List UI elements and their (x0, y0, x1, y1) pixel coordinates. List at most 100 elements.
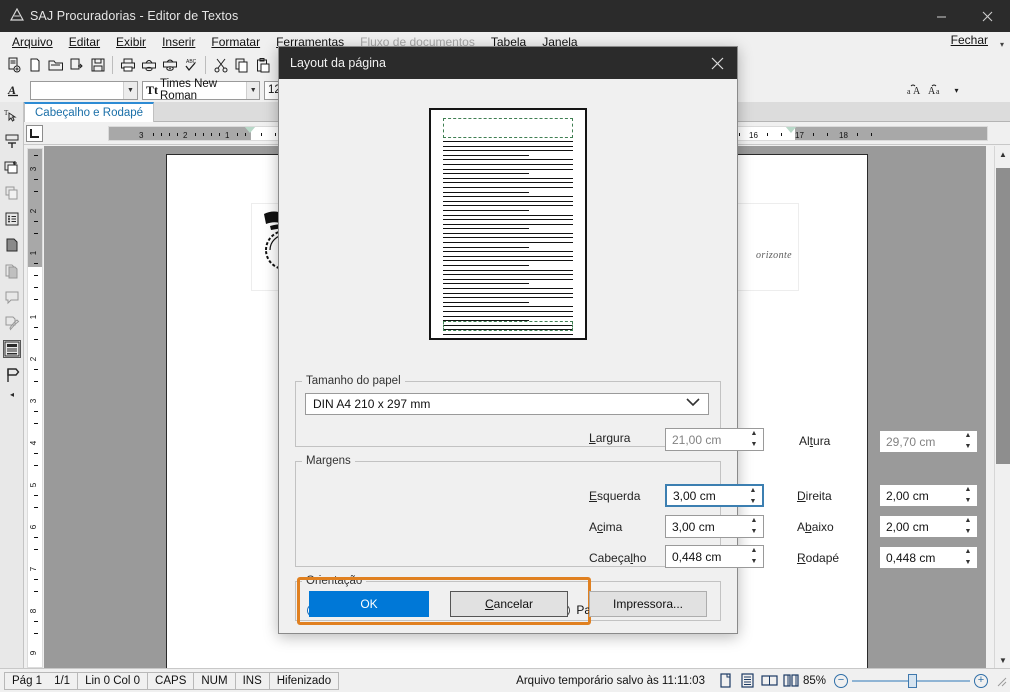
margin-top-input[interactable]: 3,00 cm ▲ ▼ (665, 515, 764, 538)
chevron-down-icon[interactable]: ▾ (946, 80, 967, 101)
margin-bottom-stepper[interactable]: ▲ ▼ (962, 517, 974, 535)
zoom-out-button[interactable]: − (834, 673, 848, 688)
margin-footer-value: 0,448 cm (886, 550, 936, 565)
cancel-button[interactable]: Cancelar (450, 591, 568, 617)
printer-button[interactable]: Impressora... (589, 591, 707, 617)
menu-inserir[interactable]: Inserir (154, 33, 203, 51)
margin-bottom-input[interactable]: 2,00 cm ▲ ▼ (879, 515, 978, 538)
menu-overflow-chevron-down-icon[interactable]: ▾ (1000, 40, 1004, 49)
tab-cabecalho-rodape[interactable]: Cabeçalho e Rodapé (24, 102, 155, 122)
page-icon[interactable] (0, 232, 24, 258)
resize-grip-icon[interactable] (994, 674, 1008, 688)
status-ins[interactable]: INS (234, 671, 270, 690)
indent-marker-top[interactable] (244, 127, 256, 133)
text-select-icon[interactable]: T (0, 102, 24, 128)
lowercase-icon[interactable]: Aa (925, 80, 946, 101)
margin-left-value: 3,00 cm (673, 488, 716, 503)
indent-marker-right[interactable] (785, 127, 797, 133)
svg-text:A: A (928, 86, 936, 97)
insert-header-icon[interactable] (0, 128, 24, 154)
page-layout-dialog[interactable]: Layout da página Tamanho do papel DIN A4… (278, 46, 978, 634)
page-preview (429, 108, 587, 340)
menu-formatar[interactable]: Formatar (203, 33, 268, 51)
paper-width-stepper[interactable]: ▲ ▼ (748, 430, 760, 448)
vertical-ruler[interactable]: 3 2 1 1 2 3 4 5 6 7 8 9 (27, 148, 43, 668)
open-with-arrow-icon[interactable] (66, 55, 87, 76)
scrollbar-thumb[interactable] (996, 168, 1010, 464)
single-page-view-icon[interactable] (715, 672, 737, 690)
preview-header-region (443, 118, 573, 138)
scroll-down-icon[interactable]: ▼ (995, 652, 1010, 668)
ok-button[interactable]: OK (309, 591, 429, 617)
margin-top-value: 3,00 cm (672, 519, 715, 534)
chevron-down-icon[interactable] (686, 398, 700, 410)
margin-top-stepper[interactable]: ▲ ▼ (748, 517, 760, 535)
margin-right-value: 2,00 cm (886, 488, 929, 503)
margin-footer-input[interactable]: 0,448 cm ▲ ▼ (879, 546, 978, 569)
margin-footer-label: Rodapé (797, 551, 840, 565)
print-icon[interactable] (117, 55, 138, 76)
tab-stop-icon[interactable] (26, 125, 43, 142)
print-options-icon[interactable] (159, 55, 180, 76)
margin-left-stepper[interactable]: ▲ ▼ (747, 487, 759, 505)
status-num[interactable]: NUM (193, 671, 236, 690)
margin-footer-stepper[interactable]: ▲ ▼ (962, 548, 974, 566)
menu-exibir[interactable]: Exibir (108, 33, 154, 51)
bookmark-icon[interactable] (0, 362, 24, 388)
zoom-slider-thumb[interactable] (908, 673, 917, 688)
paper-size-select[interactable]: DIN A4 210 x 297 mm (305, 393, 709, 415)
preview-text-line (443, 141, 573, 142)
book-view-icon[interactable] (781, 672, 803, 690)
margin-header-stepper[interactable]: ▲ ▼ (748, 547, 760, 565)
sidebar-collapse-icon[interactable]: ◂ (0, 388, 24, 400)
paragraph-style-combo[interactable]: ▼ (30, 80, 138, 100)
menu-editar[interactable]: Editar (61, 33, 108, 51)
blank-page-icon[interactable] (24, 55, 45, 76)
scrollbar-track[interactable] (995, 162, 1010, 652)
font-color-icon[interactable]: A (3, 80, 24, 101)
paper-height-input[interactable]: 29,70 cm ▲ ▼ (879, 430, 978, 453)
margin-header-input[interactable]: 0,448 cm ▲ ▼ (665, 545, 764, 568)
dialog-close-icon[interactable] (697, 47, 737, 79)
menu-formatar-label: Formatar (211, 35, 261, 49)
cut-icon[interactable] (210, 55, 231, 76)
close-button[interactable] (964, 0, 1010, 32)
font-family-combo[interactable]: Tt Times New Roman ▼ (142, 78, 260, 102)
copy-icon[interactable] (231, 55, 252, 76)
status-page-count: 1/1 (54, 674, 71, 687)
paper-width-input[interactable]: 21,00 cm ▲ ▼ (665, 428, 764, 451)
close-document-link[interactable]: Fechar (951, 33, 988, 47)
facing-pages-icon[interactable] (759, 672, 781, 690)
chevron-down-icon[interactable]: ▼ (246, 81, 259, 99)
preview-text-line (443, 168, 573, 170)
list-properties-icon[interactable] (0, 206, 24, 232)
margin-right-stepper[interactable]: ▲ ▼ (962, 486, 974, 504)
svg-text:ABC: ABC (186, 59, 197, 65)
margin-left-input[interactable]: 3,00 cm ▲ ▼ (665, 484, 764, 507)
preview-text-line (443, 283, 529, 285)
zoom-in-button[interactable]: + (974, 673, 988, 688)
uppercase-icon[interactable]: aA (904, 80, 925, 101)
status-hyphenation[interactable]: Hifenizado (268, 671, 340, 690)
open-folder-icon[interactable] (45, 55, 66, 76)
chevron-down-icon[interactable]: ▼ (123, 81, 137, 99)
page-preview-area (279, 79, 737, 369)
scroll-up-icon[interactable]: ▲ (995, 146, 1010, 162)
vertical-scrollbar[interactable]: ▲ ▼ (994, 146, 1010, 668)
paste-icon[interactable] (252, 55, 273, 76)
margin-left-label: Esquerda (589, 489, 641, 503)
insert-field-icon[interactable] (0, 154, 24, 180)
continuous-view-icon[interactable] (737, 672, 759, 690)
print-preview-icon[interactable] (138, 55, 159, 76)
minimize-button[interactable] (918, 0, 964, 32)
zoom-control[interactable]: 85% − + (803, 673, 994, 688)
new-document-icon[interactable] (3, 55, 24, 76)
status-caps[interactable]: CAPS (147, 671, 195, 690)
save-icon[interactable] (87, 55, 108, 76)
spellcheck-icon[interactable]: ABC (180, 55, 201, 76)
header-footer-icon[interactable] (0, 336, 24, 362)
menu-arquivo[interactable]: Arquivo (4, 33, 61, 51)
paper-height-stepper[interactable]: ▲ ▼ (962, 432, 974, 450)
margin-right-input[interactable]: 2,00 cm ▲ ▼ (879, 484, 978, 507)
zoom-slider-track[interactable] (852, 673, 970, 688)
